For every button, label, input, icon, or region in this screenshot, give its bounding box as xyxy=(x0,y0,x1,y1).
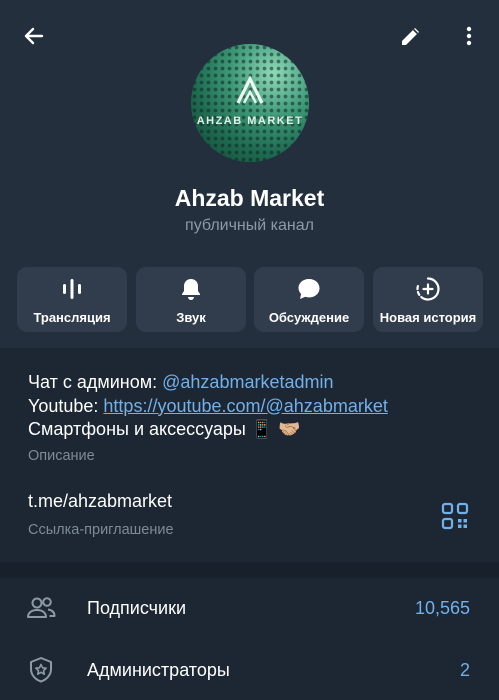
youtube-link[interactable]: https://youtube.com/@ahzabmarket xyxy=(103,396,387,416)
sound-button[interactable]: Звук xyxy=(136,267,246,332)
chat-bubble-icon xyxy=(298,279,320,299)
channel-type: публичный канал xyxy=(185,217,314,234)
description-line-2: Youtube: https://youtube.com/@ahzabmarke… xyxy=(28,395,478,419)
profile-header: AHZAB MARKET Ahzab Market публичный кана… xyxy=(0,0,499,348)
description-line-3: Смартфоны и аксессуары 📱 🤝🏼 xyxy=(28,419,301,439)
description-label: Описание xyxy=(28,448,95,464)
new-story-button[interactable]: Новая история xyxy=(373,267,483,332)
qr-code-icon xyxy=(441,502,469,530)
back-button[interactable] xyxy=(14,16,54,56)
description-line-1-prefix: Чат с админом: xyxy=(28,372,163,392)
people-icon xyxy=(27,597,56,618)
qr-code-button[interactable] xyxy=(440,501,470,531)
section-divider xyxy=(0,562,499,578)
discussion-button[interactable]: Обсуждение xyxy=(254,267,364,332)
arrow-left-icon xyxy=(24,27,44,45)
description-line-2-prefix: Youtube: xyxy=(28,395,104,416)
live-stream-label: Трансляция xyxy=(33,310,111,325)
members-list: Подписчики 10,565 Администраторы 2 xyxy=(0,578,499,700)
bell-icon xyxy=(182,279,200,300)
edit-button[interactable] xyxy=(391,16,431,56)
live-stream-icon xyxy=(63,279,81,299)
admin-mention-link[interactable]: @ahzabmarketadmin xyxy=(162,372,333,392)
pencil-icon xyxy=(402,28,419,45)
description-text: Чат с админом: @ahzabmarketadmin Youtube… xyxy=(28,371,478,442)
sound-label: Звук xyxy=(176,310,206,325)
discussion-label: Обсуждение xyxy=(268,310,350,325)
invite-link[interactable]: t.me/ahzabmarket xyxy=(28,491,172,512)
more-vertical-icon xyxy=(466,26,472,46)
channel-name: Ahzab Market xyxy=(174,185,325,211)
subscribers-count: 10,565 xyxy=(414,598,470,618)
more-options-button[interactable] xyxy=(449,16,489,56)
administrators-row[interactable]: Администраторы 2 xyxy=(0,640,499,700)
administrators-count: 2 xyxy=(459,660,470,680)
new-story-label: Новая история xyxy=(379,310,477,325)
subscribers-row[interactable]: Подписчики 10,565 xyxy=(0,578,499,638)
shield-star-icon xyxy=(30,657,52,683)
invite-link-label: Ссылка-приглашение xyxy=(28,522,174,538)
channel-avatar[interactable]: AHZAB MARKET xyxy=(191,44,309,162)
ahzab-logo-icon xyxy=(236,76,264,104)
description-line-1: Чат с админом: @ahzabmarketadmin xyxy=(28,371,478,395)
avatar-text: AHZAB MARKET xyxy=(196,115,304,127)
administrators-label: Администраторы xyxy=(87,660,230,680)
subscribers-label: Подписчики xyxy=(87,598,187,618)
live-stream-button[interactable]: Трансляция xyxy=(17,267,127,332)
add-story-icon xyxy=(416,277,440,301)
